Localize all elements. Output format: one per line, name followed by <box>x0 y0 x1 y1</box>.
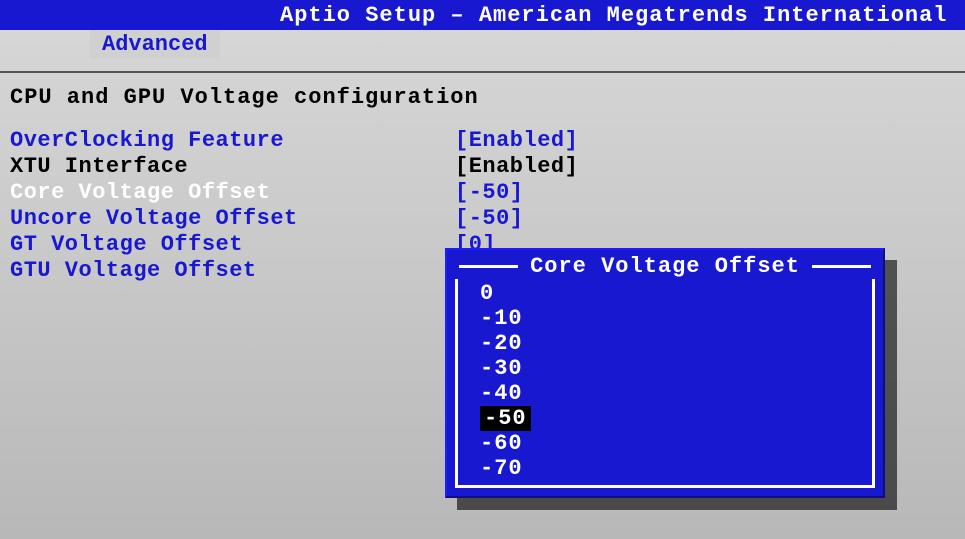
tab-row: Advanced <box>0 30 965 59</box>
divider <box>0 71 965 73</box>
popup-line-left <box>459 265 518 268</box>
popup-option[interactable]: -40 <box>458 381 872 406</box>
popup-option-label: -20 <box>480 331 523 356</box>
setting-value: [Enabled] <box>455 154 578 180</box>
tab-advanced[interactable]: Advanced <box>90 30 220 59</box>
popup-title: Core Voltage Offset <box>522 254 808 279</box>
setting-label: GT Voltage Offset <box>10 232 455 258</box>
setting-value: [-50] <box>455 180 524 206</box>
setting-value: [Enabled] <box>455 128 578 154</box>
setting-row[interactable]: OverClocking Feature[Enabled] <box>10 128 955 154</box>
popup-option[interactable]: -60 <box>458 431 872 456</box>
popup-option-label: -50 <box>480 406 531 431</box>
setting-value: [-50] <box>455 206 524 232</box>
popup-body: 0-10-20-30-40-50-60-70 <box>455 279 875 488</box>
popup-option-label: -10 <box>480 306 523 331</box>
popup-title-row: Core Voltage Offset <box>455 254 875 279</box>
bios-title: Aptio Setup – American Megatrends Intern… <box>280 3 948 28</box>
setting-label: Uncore Voltage Offset <box>10 206 455 232</box>
setting-label: GTU Voltage Offset <box>10 258 455 284</box>
bios-header: Aptio Setup – American Megatrends Intern… <box>0 0 965 30</box>
popup-option[interactable]: 0 <box>458 281 872 306</box>
popup-option[interactable]: -70 <box>458 456 872 481</box>
popup-line-right <box>812 265 871 268</box>
setting-label: XTU Interface <box>10 154 455 180</box>
popup-option[interactable]: -20 <box>458 331 872 356</box>
popup-option-label: -40 <box>480 381 523 406</box>
setting-label: Core Voltage Offset <box>10 180 455 206</box>
popup-option-label: -60 <box>480 431 523 456</box>
popup-option[interactable]: -10 <box>458 306 872 331</box>
voltage-offset-popup: Core Voltage Offset 0-10-20-30-40-50-60-… <box>445 248 885 498</box>
section-title: CPU and GPU Voltage configuration <box>10 85 955 110</box>
popup-option-label: -70 <box>480 456 523 481</box>
setting-row[interactable]: XTU Interface[Enabled] <box>10 154 955 180</box>
setting-row[interactable]: Uncore Voltage Offset[-50] <box>10 206 955 232</box>
setting-row[interactable]: Core Voltage Offset[-50] <box>10 180 955 206</box>
popup-option-label: -30 <box>480 356 523 381</box>
popup-option[interactable]: -50 <box>458 406 872 431</box>
tab-label: Advanced <box>102 32 208 57</box>
popup-option-label: 0 <box>480 281 494 306</box>
popup-option[interactable]: -30 <box>458 356 872 381</box>
setting-label: OverClocking Feature <box>10 128 455 154</box>
